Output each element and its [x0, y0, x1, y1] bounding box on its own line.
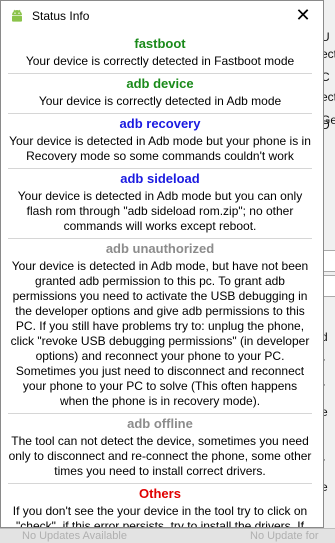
section-adb-unauthorized: adb unauthorized Your device is detected… [6, 241, 314, 409]
window-title: Status Info [32, 9, 90, 23]
section-fastboot: fastboot Your device is correctly detect… [6, 36, 314, 69]
section-body: Your device is correctly detected in Fas… [25, 54, 295, 68]
section-body: Your device is detected in Adb mode but … [17, 189, 303, 233]
divider [8, 168, 312, 169]
section-adb-offline: adb offline The tool can not detect the … [6, 416, 314, 479]
section-body: The tool can not detect the device, some… [8, 434, 312, 478]
close-icon: ✕ [295, 5, 311, 25]
status-content[interactable]: fastboot Your device is correctly detect… [6, 32, 314, 528]
status-sections: fastboot Your device is correctly detect… [6, 36, 314, 528]
divider [8, 238, 312, 239]
status-info-dialog: Status Info ✕ fastboot Your device is co… [0, 0, 324, 528]
section-title: adb unauthorized [105, 241, 215, 256]
section-title: adb recovery [119, 116, 201, 131]
section-body: Your device is detected in Adb mode, but… [10, 259, 310, 408]
divider [8, 483, 312, 484]
divider [8, 113, 312, 114]
section-title: adb offline [127, 416, 193, 431]
section-body: Your device is detected in Adb mode but … [9, 134, 311, 163]
section-title: Others [139, 486, 181, 501]
divider [8, 413, 312, 414]
close-button[interactable]: ✕ [293, 5, 313, 25]
section-title: fastboot [134, 36, 186, 51]
section-adb-sideload: adb sideload Your device is detected in … [6, 171, 314, 234]
section-title: adb device [126, 76, 194, 91]
section-adb-device: adb device Your device is correctly dete… [6, 76, 314, 109]
divider [8, 73, 312, 74]
bg-status-strip: No Updates Available No Update for [0, 528, 335, 543]
bg-status-left: No Updates Available [22, 530, 127, 542]
section-others: Others If you don't see the your device … [6, 486, 314, 528]
title-bar[interactable]: Status Info ✕ [1, 1, 323, 32]
section-title: adb sideload [120, 171, 200, 186]
section-body: Your device is correctly detected in Adb… [38, 94, 282, 108]
section-adb-recovery: adb recovery Your device is detected in … [6, 116, 314, 164]
bg-status-right: No Update for [250, 530, 319, 542]
section-body: If you don't see the your device in the … [12, 504, 308, 528]
android-icon [12, 9, 22, 22]
